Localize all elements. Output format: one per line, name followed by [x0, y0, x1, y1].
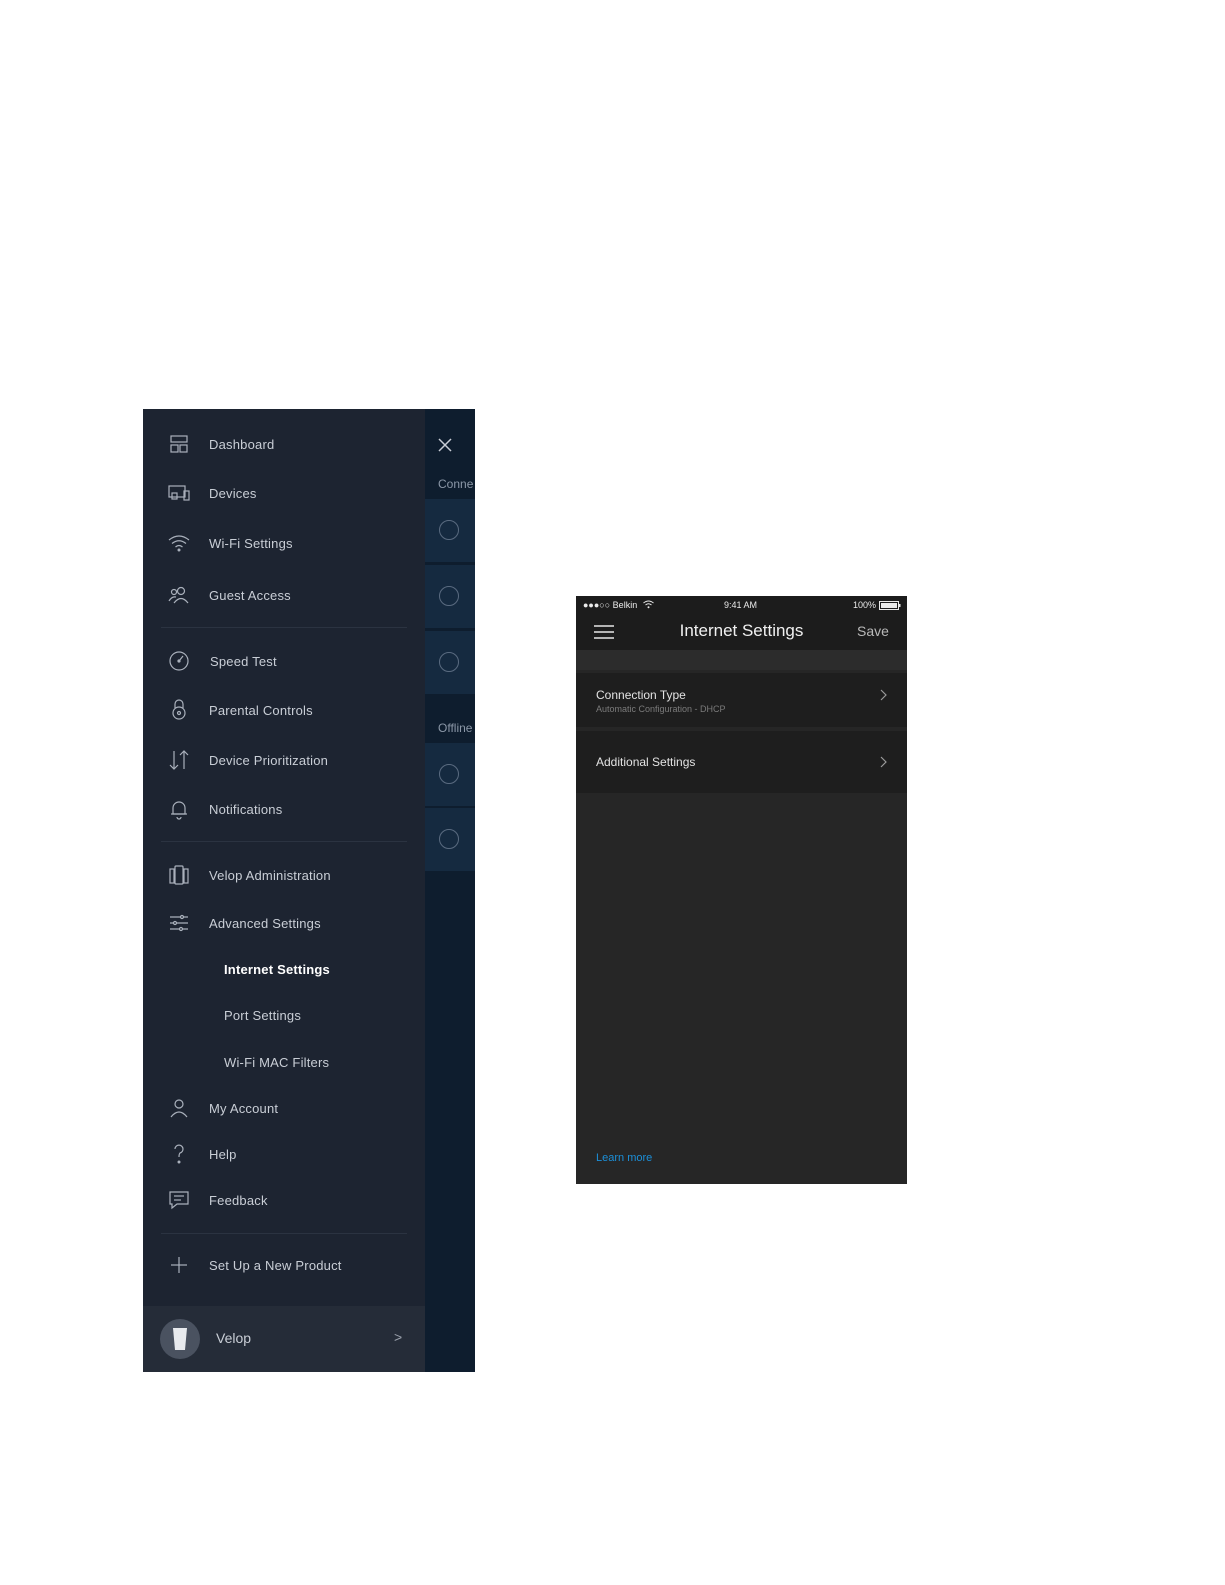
submenu-item-label: Wi-Fi MAC Filters: [224, 1054, 330, 1070]
device-row[interactable]: [425, 631, 475, 694]
device-row[interactable]: [425, 499, 475, 562]
close-icon[interactable]: [435, 435, 455, 455]
guest-access-icon: [167, 583, 191, 607]
connection-type-row[interactable]: Connection Type Automatic Configuration …: [576, 673, 907, 727]
submenu-item-label: Internet Settings: [224, 961, 330, 977]
menu-item-set-up-new-product[interactable]: Set Up a New Product: [143, 1245, 425, 1285]
status-time: 9:41 AM: [724, 600, 758, 610]
menu-item-feedback[interactable]: Feedback: [143, 1180, 425, 1220]
additional-settings-label: Additional Settings: [596, 755, 696, 769]
menu-item-label: Parental Controls: [209, 702, 313, 718]
velop-admin-icon: [167, 863, 191, 887]
internet-settings-screen: ●●●○○ Belkin 9:41 AM 100% Internet Setti…: [576, 596, 907, 1184]
navigation-bar: Internet Settings Save: [576, 614, 907, 650]
menu-item-label: My Account: [209, 1100, 279, 1116]
menu-item-label: Wi-Fi Settings: [209, 535, 293, 551]
velop-node-icon: [160, 1319, 200, 1359]
connected-section-label: Conne: [438, 477, 474, 491]
menu-item-wifi-settings[interactable]: Wi-Fi Settings: [143, 523, 425, 563]
menu-item-label: Advanced Settings: [209, 915, 321, 931]
sliders-icon: [167, 911, 191, 935]
account-name: Velop: [216, 1330, 252, 1346]
menu-item-advanced-settings[interactable]: Advanced Settings: [143, 903, 425, 943]
dashboard-icon: [167, 432, 191, 456]
offline-section-label: Offline: [438, 721, 473, 735]
device-avatar: [439, 586, 459, 606]
device-avatar: [439, 520, 459, 540]
learn-more-link[interactable]: Learn more: [596, 1152, 652, 1164]
wifi-status-icon: [643, 600, 654, 609]
menu-screen: Conne Offline Dashboard Devices Wi-Fi Se…: [143, 409, 475, 1372]
connection-type-value: Automatic Configuration - DHCP: [596, 704, 726, 714]
section-spacer: [576, 650, 907, 670]
menu-item-label: Speed Test: [210, 653, 277, 669]
battery-percent: 100%: [853, 600, 877, 610]
menu-item-label: Notifications: [209, 801, 283, 817]
menu-item-guest-access[interactable]: Guest Access: [143, 575, 425, 615]
menu-item-dashboard[interactable]: Dashboard: [143, 424, 425, 464]
additional-settings-row[interactable]: Additional Settings: [576, 731, 907, 793]
chevron-right-icon: [880, 756, 887, 768]
menu-item-label: Guest Access: [209, 587, 291, 603]
submenu-item-port-settings[interactable]: Port Settings: [143, 995, 425, 1035]
menu-item-device-prioritization[interactable]: Device Prioritization: [143, 740, 425, 780]
menu-item-help[interactable]: Help: [143, 1134, 425, 1174]
device-avatar: [439, 764, 459, 784]
user-icon: [167, 1096, 191, 1120]
save-button[interactable]: Save: [857, 623, 889, 639]
menu-divider: [161, 841, 407, 842]
menu-item-label: Dashboard: [209, 436, 275, 452]
chat-icon: [167, 1188, 191, 1212]
menu-item-parental-controls[interactable]: Parental Controls: [143, 690, 425, 730]
menu-item-my-account[interactable]: My Account: [143, 1088, 425, 1128]
up-down-arrows-icon: [167, 748, 191, 772]
device-row[interactable]: [425, 808, 475, 871]
menu-item-label: Velop Administration: [209, 867, 331, 883]
chevron-right-icon: [880, 689, 887, 701]
menu-item-label: Set Up a New Product: [209, 1257, 342, 1273]
battery-icon: [879, 600, 901, 610]
connection-type-label: Connection Type: [596, 688, 686, 702]
carrier-signal: ●●●○○ Belkin: [583, 600, 638, 610]
menu-item-velop-administration[interactable]: Velop Administration: [143, 855, 425, 895]
status-bar: ●●●○○ Belkin 9:41 AM 100%: [576, 596, 907, 614]
wifi-icon: [167, 531, 191, 555]
menu-item-label: Feedback: [209, 1192, 268, 1208]
question-icon: [167, 1142, 191, 1166]
submenu-item-internet-settings[interactable]: Internet Settings: [143, 949, 425, 989]
chevron-right-icon: >: [394, 1329, 403, 1345]
menu-item-label: Devices: [209, 485, 257, 501]
menu-divider: [161, 627, 407, 628]
bell-icon: [167, 797, 191, 821]
plus-icon: [167, 1253, 191, 1277]
devices-icon: [167, 481, 191, 505]
side-menu-drawer: Dashboard Devices Wi-Fi Settings Guest A…: [143, 409, 425, 1372]
speedometer-icon: [167, 649, 191, 673]
menu-item-devices[interactable]: Devices: [143, 473, 425, 513]
account-switcher[interactable]: Velop >: [143, 1306, 425, 1372]
menu-item-speed-test[interactable]: Speed Test: [143, 641, 425, 681]
menu-item-notifications[interactable]: Notifications: [143, 789, 425, 829]
submenu-item-wifi-mac-filters[interactable]: Wi-Fi MAC Filters: [143, 1042, 425, 1082]
menu-divider: [161, 1233, 407, 1234]
menu-item-label: Help: [209, 1146, 237, 1162]
device-avatar: [439, 829, 459, 849]
submenu-item-label: Port Settings: [224, 1007, 302, 1023]
device-row[interactable]: [425, 565, 475, 628]
battery-status: 100%: [853, 600, 901, 610]
device-row[interactable]: [425, 743, 475, 806]
menu-item-label: Device Prioritization: [209, 752, 329, 768]
lock-icon: [167, 698, 191, 722]
device-avatar: [439, 652, 459, 672]
